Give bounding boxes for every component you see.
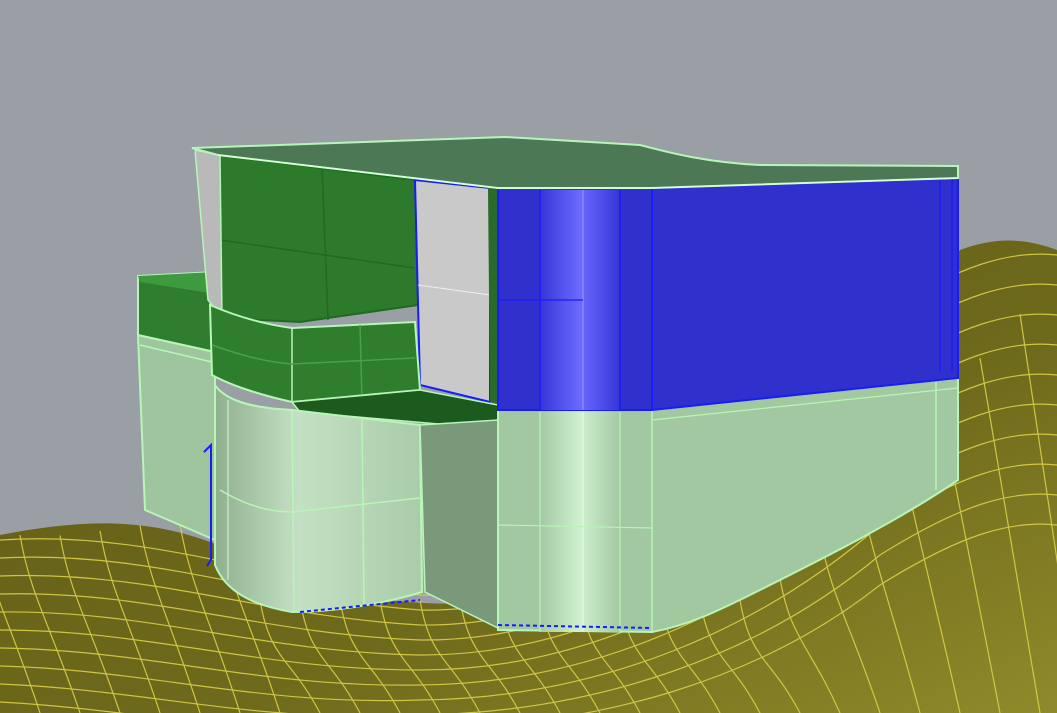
viewport-canvas[interactable] (0, 0, 1057, 713)
base-wing-left[interactable] (136, 333, 216, 542)
3d-viewport[interactable] (0, 0, 1057, 713)
glass-facade-upper[interactable] (194, 149, 420, 324)
recessed-opening (413, 178, 498, 405)
selected-facade-upper[interactable] (497, 173, 959, 411)
